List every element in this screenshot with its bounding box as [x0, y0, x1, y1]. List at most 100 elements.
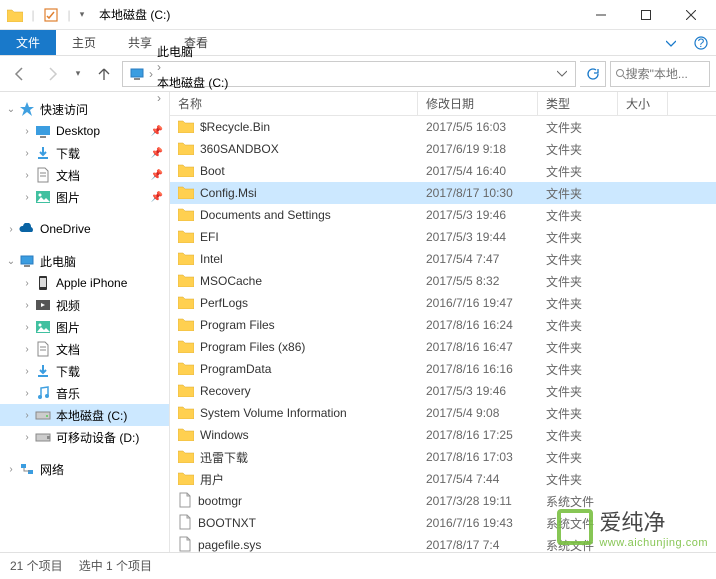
file-name-label: Boot — [200, 164, 225, 178]
chevron-right-icon[interactable]: › — [20, 192, 34, 203]
breadcrumb-segment[interactable]: 此电脑 — [155, 43, 230, 60]
chevron-right-icon[interactable]: › — [20, 322, 34, 333]
tree-item[interactable]: ›音乐 — [0, 382, 169, 404]
file-row[interactable]: Documents and Settings2017/5/3 19:46文件夹 — [170, 204, 716, 226]
properties-icon[interactable] — [39, 3, 63, 27]
file-date-cell: 2017/5/3 19:44 — [418, 230, 538, 244]
column-header-name[interactable]: 名称 — [170, 92, 418, 115]
tree-item[interactable]: ›可移动设备 (D:) — [0, 426, 169, 448]
chevron-right-icon[interactable]: › — [20, 126, 34, 137]
folder-icon — [178, 251, 194, 268]
file-row[interactable]: Program Files (x86)2017/8/16 16:47文件夹 — [170, 336, 716, 358]
file-name-label: BOOTNXT — [198, 516, 256, 530]
file-type-cell: 文件夹 — [538, 361, 618, 378]
tab-home[interactable]: 主页 — [56, 30, 112, 55]
pc-icon[interactable] — [127, 67, 147, 81]
tree-item[interactable]: ›文档 — [0, 338, 169, 360]
file-row[interactable]: 360SANDBOX2017/6/19 9:18文件夹 — [170, 138, 716, 160]
chevron-right-icon[interactable]: › — [20, 432, 34, 443]
file-row[interactable]: PerfLogs2016/7/16 19:47文件夹 — [170, 292, 716, 314]
tree-item[interactable]: ›Apple iPhone — [0, 272, 169, 294]
chevron-right-icon[interactable]: › — [4, 464, 18, 475]
file-row[interactable]: Intel2017/5/4 7:47文件夹 — [170, 248, 716, 270]
file-row[interactable]: Windows2017/8/16 17:25文件夹 — [170, 424, 716, 446]
chevron-right-icon[interactable]: › — [20, 278, 34, 289]
search-box[interactable] — [610, 61, 710, 87]
file-row[interactable]: bootmgr2017/3/28 19:11系统文件 — [170, 490, 716, 512]
file-row[interactable]: BOOTNXT2016/7/16 19:43系统文件 — [170, 512, 716, 534]
column-header-date[interactable]: 修改日期 — [418, 92, 538, 115]
file-name-label: EFI — [200, 230, 219, 244]
refresh-button[interactable] — [580, 61, 606, 87]
tree-item[interactable]: ›图片📌 — [0, 186, 169, 208]
expand-ribbon-icon[interactable] — [656, 30, 686, 55]
file-row[interactable]: Config.Msi2017/8/17 10:30文件夹 — [170, 182, 716, 204]
title-bar: | | ▾ 本地磁盘 (C:) — [0, 0, 716, 30]
file-name-label: ProgramData — [200, 362, 271, 376]
tab-file[interactable]: 文件 — [0, 30, 56, 55]
folder-icon — [178, 163, 194, 180]
chevron-right-icon[interactable]: › — [149, 67, 153, 81]
customize-qat-dropdown[interactable]: ▾ — [75, 3, 89, 27]
file-name-label: 迅雷下载 — [200, 449, 248, 466]
drive-icon — [34, 406, 52, 424]
tree-item[interactable]: ›图片 — [0, 316, 169, 338]
up-button[interactable] — [90, 60, 118, 88]
search-input[interactable] — [626, 67, 705, 81]
address-dropdown-icon[interactable] — [553, 67, 571, 81]
help-icon[interactable]: ? — [686, 30, 716, 55]
file-type-cell: 系统文件 — [538, 515, 618, 532]
chevron-right-icon[interactable]: › — [20, 300, 34, 311]
forward-button[interactable] — [38, 60, 66, 88]
file-name-cell: 用户 — [170, 471, 418, 488]
file-row[interactable]: System Volume Information2017/5/4 9:08文件… — [170, 402, 716, 424]
chevron-right-icon[interactable]: › — [20, 170, 34, 181]
tree-group[interactable]: ›OneDrive — [0, 218, 169, 240]
tree-item[interactable]: ›文档📌 — [0, 164, 169, 186]
tree-item[interactable]: ›本地磁盘 (C:) — [0, 404, 169, 426]
tree-item[interactable]: ›视频 — [0, 294, 169, 316]
back-button[interactable] — [6, 60, 34, 88]
tree-item[interactable]: ›下载 — [0, 360, 169, 382]
column-header-type[interactable]: 类型 — [538, 92, 618, 115]
file-row[interactable]: Program Files2017/8/16 16:24文件夹 — [170, 314, 716, 336]
file-row[interactable]: 用户2017/5/4 7:44文件夹 — [170, 468, 716, 490]
column-header-size[interactable]: 大小 — [618, 92, 668, 115]
chevron-right-icon[interactable]: › — [20, 366, 34, 377]
file-list-pane[interactable]: 名称 修改日期 类型 大小 $Recycle.Bin2017/5/5 16:03… — [170, 92, 716, 552]
address-bar[interactable]: › 此电脑›本地磁盘 (C:)› — [122, 61, 576, 87]
tree-group[interactable]: ⌄此电脑 — [0, 250, 169, 272]
close-button[interactable] — [668, 0, 713, 30]
recent-dropdown[interactable]: ▾ — [70, 60, 86, 88]
navigation-pane[interactable]: ⌄快速访问›Desktop📌›下载📌›文档📌›图片📌›OneDrive⌄此电脑›… — [0, 92, 170, 552]
file-row[interactable]: $Recycle.Bin2017/5/5 16:03文件夹 — [170, 116, 716, 138]
chevron-right-icon[interactable]: › — [20, 410, 34, 421]
chevron-right-icon[interactable]: › — [20, 344, 34, 355]
file-row[interactable]: Boot2017/5/4 16:40文件夹 — [170, 160, 716, 182]
file-date-cell: 2017/8/16 16:16 — [418, 362, 538, 376]
chevron-right-icon[interactable]: › — [20, 148, 34, 159]
pin-icon: 📌 — [151, 192, 163, 203]
folder-icon — [178, 317, 194, 334]
breadcrumb-segment[interactable]: 本地磁盘 (C:) — [155, 74, 230, 91]
file-row[interactable]: ProgramData 2017/8/16 16:16文件夹 — [170, 358, 716, 380]
chevron-right-icon[interactable]: › — [4, 224, 18, 235]
file-row[interactable]: Recovery2017/5/3 19:46文件夹 — [170, 380, 716, 402]
file-row[interactable]: 迅雷下载2017/8/16 17:03文件夹 — [170, 446, 716, 468]
tree-item[interactable]: ›下载📌 — [0, 142, 169, 164]
chevron-down-icon[interactable]: ⌄ — [4, 104, 18, 115]
file-name-label: MSOCache — [200, 274, 262, 288]
file-type-cell: 文件夹 — [538, 383, 618, 400]
minimize-button[interactable] — [578, 0, 623, 30]
chevron-down-icon[interactable]: ⌄ — [4, 256, 18, 267]
maximize-button[interactable] — [623, 0, 668, 30]
file-row[interactable]: pagefile.sys2017/8/17 7:4系统文件 — [170, 534, 716, 552]
file-row[interactable]: EFI2017/5/3 19:44文件夹 — [170, 226, 716, 248]
chevron-right-icon[interactable]: › — [20, 388, 34, 399]
chevron-right-icon[interactable]: › — [157, 60, 161, 74]
tree-group[interactable]: ⌄快速访问 — [0, 98, 169, 120]
tree-item[interactable]: ›Desktop📌 — [0, 120, 169, 142]
tree-group[interactable]: ›网络 — [0, 458, 169, 480]
file-date-cell: 2017/5/3 19:46 — [418, 384, 538, 398]
file-row[interactable]: MSOCache2017/5/5 8:32文件夹 — [170, 270, 716, 292]
